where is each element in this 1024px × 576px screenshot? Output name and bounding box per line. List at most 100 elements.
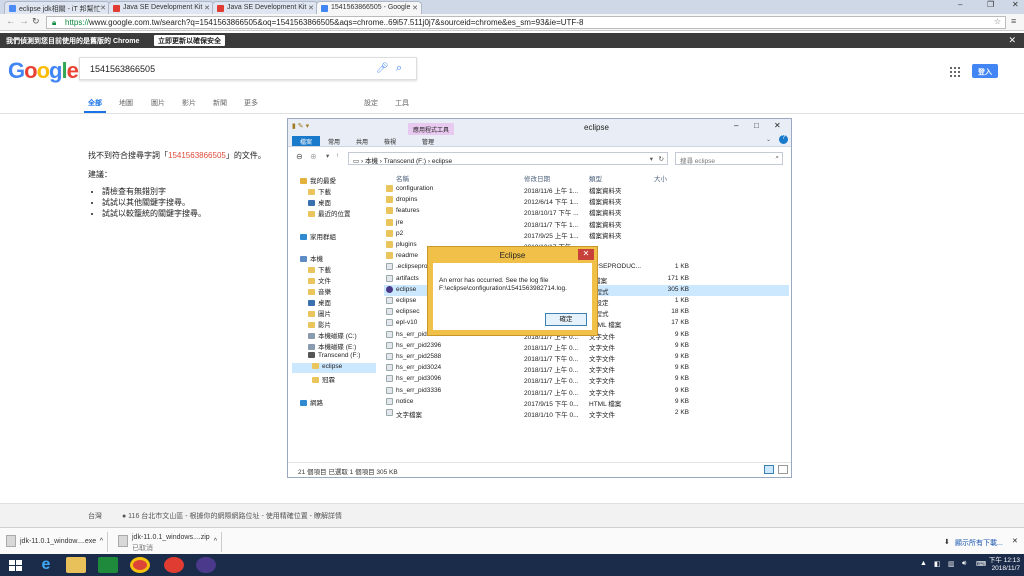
explorer-close-icon[interactable]: ✕ — [774, 121, 781, 130]
file-row[interactable]: p2 2017/9/25 上午 1... 檔案資料夾 — [384, 229, 789, 240]
nav-item-drive-f[interactable]: Transcend (F:) — [308, 352, 360, 362]
download-item[interactable]: jdk-11.0.1_windows....zip 已取消 ^ — [114, 532, 222, 552]
nav-item-drive-c[interactable]: 本機磁碟 (C:) — [308, 330, 357, 340]
search-icon[interactable]: ⌕ — [396, 62, 402, 75]
explorer-minimize-icon[interactable]: – — [734, 121, 738, 130]
google-logo[interactable]: Google — [8, 58, 79, 84]
menu-icon[interactable]: ≡ — [1011, 16, 1016, 26]
nav-item-videos[interactable]: 影片 — [308, 319, 331, 329]
footer-location[interactable]: ● 116 台北市文山區 - 根據你的網際網路位址 - 使用精確位置 - 瞭解詳… — [122, 511, 342, 521]
tray-app-icon[interactable]: ◧ — [934, 560, 941, 568]
recent-locations-icon[interactable]: ▾ — [326, 152, 329, 160]
ribbon-tab-view[interactable]: 檢視 — [384, 137, 396, 146]
file-row[interactable]: dropins 2012/6/14 下午 1... 檔案資料夾 — [384, 195, 789, 206]
dialog-close-icon[interactable]: ✕ — [578, 249, 594, 260]
file-row[interactable]: hs_err_pid2396 2018/11/7 上午 0... 文字文件 9 KB — [384, 341, 789, 352]
column-header-date[interactable]: 修改日期 — [524, 173, 550, 183]
download-item[interactable]: jdk-11.0.1_window....exe ^ — [2, 532, 108, 552]
browser-tab-4[interactable]: 1541563866505 - Google ✕ — [316, 1, 422, 15]
file-row[interactable]: 文字檔案 2018/1/10 下午 0... 文字文件 2 KB — [384, 408, 789, 419]
nav-item-desktop[interactable]: 桌面 — [308, 197, 331, 207]
ok-button[interactable]: 確定 — [545, 313, 587, 326]
java-installer-icon[interactable] — [164, 557, 184, 573]
network-tray-icon[interactable]: ▥ — [948, 560, 955, 568]
ime-icon[interactable]: ⌨ — [976, 560, 986, 568]
up-arrow-icon[interactable]: ↑ — [336, 152, 339, 159]
nav-item-network[interactable]: 網路 — [300, 397, 323, 407]
file-row[interactable]: hs_err_pid3024 2018/11/7 上午 0... 文字文件 9 KB — [384, 363, 789, 374]
explorer-path-breadcrumb[interactable]: ▭ › 本機 › Transcend (F:) › eclipse ▾ ↻ — [348, 152, 668, 165]
file-row[interactable]: notice 2017/9/15 下午 0... HTML 檔案 9 KB — [384, 397, 789, 408]
tray-overflow-icon[interactable]: ▲ — [920, 560, 927, 567]
nav-item-guanlin[interactable]: 冠霖 — [312, 374, 335, 384]
nav-item-music[interactable]: 音樂 — [308, 286, 331, 296]
nav-item-downloads-pc[interactable]: 下載 — [308, 264, 331, 274]
path-dropdown-icon[interactable]: ▾ — [650, 155, 653, 163]
nav-item-documents[interactable]: 文件 — [308, 275, 331, 285]
chrome-icon[interactable] — [130, 557, 150, 573]
bookmark-star-icon[interactable]: ☆ — [994, 17, 1001, 26]
close-tab-icon[interactable]: ✕ — [100, 4, 106, 12]
explorer-search-input[interactable]: 搜尋 eclipse ⌕ — [675, 152, 783, 165]
taskbar-clock[interactable]: 下午 12:13 2018/11/7 — [989, 557, 1020, 573]
tools-link[interactable]: 工具 — [395, 98, 409, 108]
nav-item-this-pc[interactable]: 本機 — [300, 253, 323, 263]
file-row[interactable]: configuration 2018/11/6 上午 1... 檔案資料夾 — [384, 184, 789, 195]
nav-item-recent[interactable]: 最近的位置 — [308, 208, 351, 218]
close-downloads-icon[interactable]: ✕ — [1012, 537, 1018, 545]
nav-item-pictures[interactable]: 圖片 — [308, 308, 331, 318]
ribbon-tab-manage[interactable]: 管理 — [422, 137, 434, 146]
minimize-icon[interactable]: – — [958, 0, 962, 9]
back-icon[interactable]: ← — [6, 16, 16, 27]
tab-more[interactable]: 更多 — [244, 98, 258, 108]
volume-icon[interactable]: 🔊︎ — [962, 560, 966, 568]
close-window-icon[interactable]: ✕ — [1012, 0, 1019, 9]
refresh-icon[interactable]: ↻ — [659, 155, 664, 163]
update-chrome-button[interactable]: 立即更新以確保安全 — [154, 35, 225, 46]
url-input[interactable]: 🔒︎ https://www.google.com.tw/search?q=15… — [46, 16, 1006, 29]
ribbon-tab-home[interactable]: 常用 — [328, 137, 340, 146]
ribbon-expand-icon[interactable]: ⌄ — [766, 136, 771, 143]
tab-images[interactable]: 圖片 — [151, 98, 165, 108]
browser-tab-3[interactable]: Java SE Development Kit ✕ — [212, 1, 318, 14]
download-menu-icon[interactable]: ^ — [214, 538, 217, 545]
explorer-maximize-icon[interactable]: □ — [754, 121, 759, 130]
nav-item-favorites[interactable]: 我的最愛 — [300, 175, 336, 185]
close-tab-icon[interactable]: ✕ — [308, 4, 314, 12]
tab-all[interactable]: 全部 — [88, 98, 102, 108]
forward-arrow-icon[interactable]: ⊕ — [310, 152, 317, 161]
details-view-icon[interactable] — [764, 465, 774, 474]
forward-icon[interactable]: → — [19, 16, 29, 27]
column-header-type[interactable]: 類型 — [589, 173, 602, 183]
login-button[interactable]: 登入 — [972, 64, 998, 78]
show-all-downloads-link[interactable]: 顯示所有下載... — [955, 538, 1003, 548]
close-tab-icon[interactable]: ✕ — [412, 4, 418, 12]
nav-item-eclipse[interactable]: eclipse — [292, 363, 376, 373]
file-row[interactable]: features 2018/10/17 下午 ... 檔案資料夾 — [384, 206, 789, 217]
back-arrow-icon[interactable]: ⊖ — [296, 152, 303, 161]
microphone-icon[interactable]: 🎤︎ — [376, 63, 389, 74]
tab-maps[interactable]: 地圖 — [119, 98, 133, 108]
quick-access-toolbar[interactable]: ▮ ✎ ▾ — [292, 122, 322, 131]
nav-item-desktop-pc[interactable]: 桌面 — [308, 297, 331, 307]
reload-icon[interactable]: ↻ — [32, 16, 40, 27]
large-icons-view-icon[interactable] — [778, 465, 788, 474]
close-tab-icon[interactable]: ✕ — [204, 4, 210, 12]
maximize-icon[interactable]: ❐ — [987, 0, 994, 9]
file-explorer-icon[interactable] — [66, 557, 86, 573]
ribbon-tab-file[interactable]: 檔案 — [292, 136, 320, 146]
column-header-size[interactable]: 大小 — [654, 173, 667, 183]
file-row[interactable]: hs_err_pid2588 2018/11/7 下午 0... 文字文件 9 KB — [384, 352, 789, 363]
search-input[interactable]: 1541563866505 🎤︎ ⌕ — [79, 57, 417, 80]
nav-item-drive-e[interactable]: 本機磁碟 (E:) — [308, 341, 356, 351]
help-icon[interactable]: ? — [779, 135, 788, 144]
file-row[interactable]: hs_err_pid3336 2018/11/7 上午 0... 文字文件 9 KB — [384, 386, 789, 397]
column-header-name[interactable]: 名稱 — [396, 173, 409, 183]
tab-news[interactable]: 新聞 — [213, 98, 227, 108]
close-infobar-icon[interactable]: ✕ — [1008, 35, 1016, 46]
file-row[interactable]: hs_err_pid3096 2018/11/7 上午 0... 文字文件 9 KB — [384, 374, 789, 385]
apps-grid-icon[interactable] — [950, 67, 960, 77]
browser-tab-1[interactable]: eclipse jdk相關 - iT 邦幫忙 ✕ — [4, 1, 110, 14]
nav-item-homegroup[interactable]: 家用群組 — [300, 231, 336, 241]
start-button[interactable] — [6, 557, 26, 573]
